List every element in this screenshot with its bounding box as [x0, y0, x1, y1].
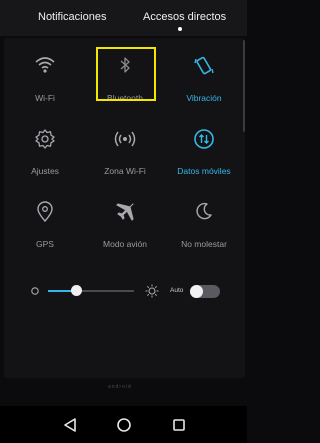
tile-label: No molestar: [181, 239, 227, 249]
auto-brightness-label: Auto: [170, 287, 184, 294]
auto-brightness-switch[interactable]: [190, 285, 220, 298]
hotspot-icon: [84, 128, 166, 152]
tile-label: Datos móviles: [177, 166, 231, 176]
tab-notifications[interactable]: Notificaciones: [38, 11, 106, 23]
moon-icon: [163, 201, 245, 225]
location-icon: [4, 201, 86, 225]
tile-wifi[interactable]: Wi-Fi: [4, 55, 86, 125]
settings-icon: [4, 128, 86, 152]
switch-knob: [190, 285, 203, 298]
tile-label: GPS: [36, 239, 54, 249]
navigation-bar: [0, 406, 247, 443]
tile-hotspot[interactable]: Zona Wi-Fi: [84, 128, 166, 198]
back-icon[interactable]: [62, 416, 80, 434]
mobile-data-icon: [163, 128, 245, 152]
tile-gps[interactable]: GPS: [4, 201, 86, 271]
home-icon[interactable]: [115, 416, 133, 434]
tile-mobile-data[interactable]: Datos móviles: [163, 128, 245, 198]
tile-do-not-disturb[interactable]: No molestar: [163, 201, 245, 271]
brightness-low-icon: [31, 287, 39, 295]
tile-settings[interactable]: Ajustes: [4, 128, 86, 198]
recents-icon[interactable]: [170, 416, 188, 434]
tile-airplane[interactable]: Modo avión: [84, 201, 166, 271]
tile-label: Ajustes: [31, 166, 59, 176]
quick-settings-tabbar: Notificaciones Accesos directos: [0, 0, 247, 36]
wifi-icon: [4, 55, 86, 79]
brightness-high-icon: [145, 284, 159, 298]
tile-label: Zona Wi-Fi: [104, 166, 146, 176]
tab-shortcuts[interactable]: Accesos directos: [143, 11, 226, 23]
brightness-slider-thumb[interactable]: [71, 285, 83, 296]
brightness-row: Auto: [0, 282, 247, 302]
airplane-icon: [84, 201, 166, 225]
vibration-icon: [163, 55, 245, 79]
tile-vibration[interactable]: Vibración: [163, 55, 245, 125]
tile-label: Wi-Fi: [35, 93, 55, 103]
bluetooth-highlight-box: [96, 47, 156, 101]
watermark-text: android: [108, 384, 132, 390]
tile-label: Vibración: [186, 93, 222, 103]
tile-label: Modo avión: [103, 239, 147, 249]
active-tab-indicator: [178, 27, 182, 31]
